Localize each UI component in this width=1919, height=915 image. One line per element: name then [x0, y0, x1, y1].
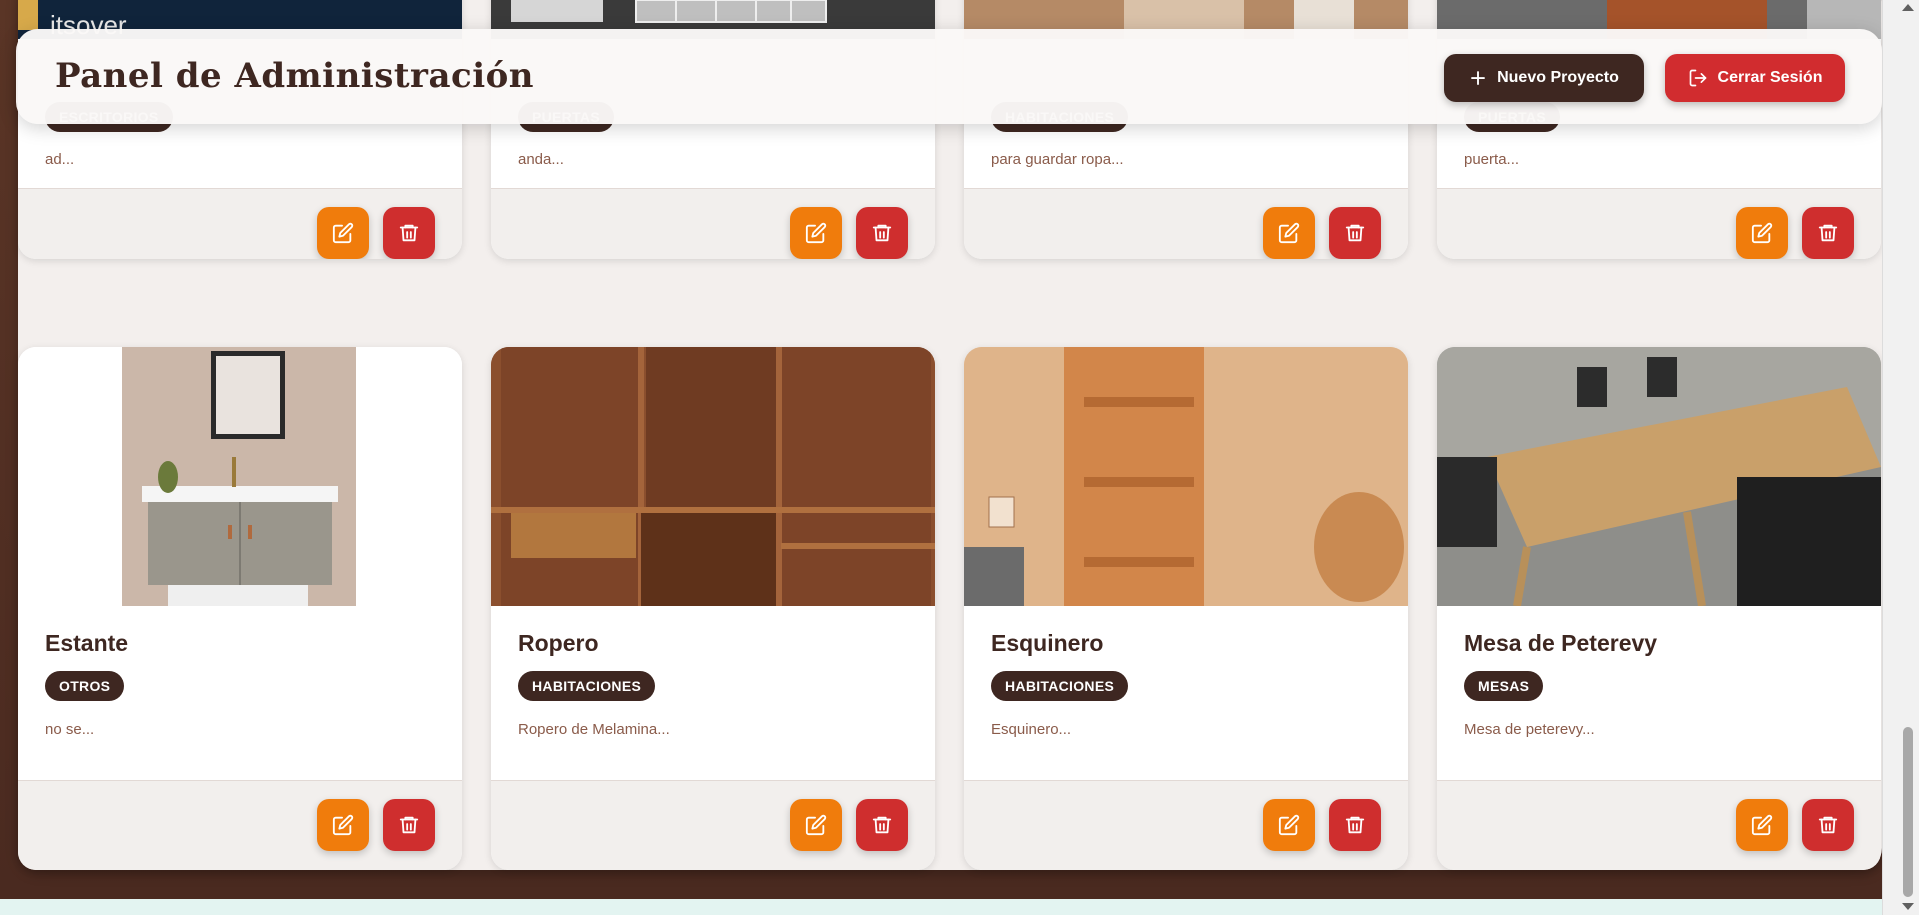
- edit-button[interactable]: [317, 207, 369, 259]
- logout-icon: [1689, 69, 1706, 87]
- edit-icon: [805, 814, 827, 836]
- scroll-thumb[interactable]: [1903, 727, 1913, 897]
- bottom-strip: [0, 899, 1919, 915]
- trash-icon: [872, 816, 892, 834]
- card-description: para guardar ropa...: [991, 151, 1124, 168]
- card-description: no se...: [45, 721, 95, 738]
- edit-icon: [1751, 814, 1773, 836]
- card-image: [964, 347, 1408, 606]
- trash-icon: [1818, 224, 1838, 242]
- edit-icon: [1278, 814, 1300, 836]
- edit-icon: [1278, 222, 1300, 244]
- delete-button[interactable]: [1802, 799, 1854, 851]
- admin-header: Panel de Administración Nuevo Proyecto C…: [16, 29, 1882, 124]
- card-actions: [18, 188, 462, 259]
- edit-icon: [332, 814, 354, 836]
- card-image: [18, 347, 462, 606]
- scroll-up-icon[interactable]: [1902, 4, 1914, 11]
- card-actions: [1437, 188, 1881, 259]
- card-actions: [491, 780, 935, 870]
- card-actions: [491, 188, 935, 259]
- edit-button[interactable]: [317, 799, 369, 851]
- logout-label: Cerrar Sesión: [1717, 69, 1823, 86]
- delete-button[interactable]: [1802, 207, 1854, 259]
- project-card: Mesa de Peterevy MESAS Mesa de peterevy.…: [1437, 347, 1881, 870]
- card-description: Mesa de peterevy...: [1464, 721, 1595, 738]
- edit-button[interactable]: [1736, 207, 1788, 259]
- trash-icon: [1818, 816, 1838, 834]
- projects-panel: itsover ESCRITORIOS ad...: [18, 0, 1882, 870]
- card-title: Estante: [45, 630, 129, 656]
- delete-button[interactable]: [856, 207, 908, 259]
- trash-icon: [872, 224, 892, 242]
- trash-icon: [1345, 816, 1365, 834]
- scroll-down-icon[interactable]: [1902, 903, 1914, 910]
- project-card: Ropero HABITACIONES Ropero de Melamina..…: [491, 347, 935, 870]
- edit-button[interactable]: [790, 207, 842, 259]
- delete-button[interactable]: [383, 799, 435, 851]
- page-title: Panel de Administración: [55, 56, 535, 96]
- card-title: Mesa de Peterevy: [1464, 630, 1658, 656]
- delete-button[interactable]: [383, 207, 435, 259]
- trash-icon: [399, 816, 419, 834]
- category-badge: OTROS: [45, 671, 125, 701]
- trash-icon: [1345, 224, 1365, 242]
- delete-button[interactable]: [1329, 207, 1381, 259]
- edit-icon: [805, 222, 827, 244]
- card-title: Ropero: [518, 630, 599, 656]
- project-card: Estante OTROS no se...: [18, 347, 462, 870]
- card-description: puerta...: [1464, 151, 1520, 168]
- new-project-label: Nuevo Proyecto: [1497, 69, 1619, 86]
- category-badge: HABITACIONES: [991, 671, 1129, 701]
- card-image: [491, 347, 935, 606]
- edit-button[interactable]: [1263, 799, 1315, 851]
- card-actions: [18, 780, 462, 870]
- card-description: Ropero de Melamina...: [518, 721, 670, 738]
- card-actions: [964, 780, 1408, 870]
- edit-button[interactable]: [790, 799, 842, 851]
- logout-button[interactable]: Cerrar Sesión: [1665, 54, 1845, 102]
- edit-button[interactable]: [1736, 799, 1788, 851]
- edit-icon: [332, 222, 354, 244]
- category-badge: MESAS: [1464, 671, 1544, 701]
- plus-icon: [1471, 71, 1486, 85]
- card-description: ad...: [45, 151, 75, 168]
- new-project-button[interactable]: Nuevo Proyecto: [1444, 54, 1644, 102]
- card-actions: [964, 188, 1408, 259]
- card-description: Esquinero...: [991, 721, 1072, 738]
- project-card: Esquinero HABITACIONES Esquinero...: [964, 347, 1408, 870]
- card-description: anda...: [518, 151, 564, 168]
- delete-button[interactable]: [1329, 799, 1381, 851]
- edit-icon: [1751, 222, 1773, 244]
- card-title: Esquinero: [991, 630, 1104, 656]
- card-image: [1437, 347, 1881, 606]
- card-actions: [1437, 780, 1881, 870]
- category-badge: HABITACIONES: [518, 671, 656, 701]
- vertical-scrollbar[interactable]: [1882, 0, 1919, 915]
- trash-icon: [399, 224, 419, 242]
- edit-button[interactable]: [1263, 207, 1315, 259]
- delete-button[interactable]: [856, 799, 908, 851]
